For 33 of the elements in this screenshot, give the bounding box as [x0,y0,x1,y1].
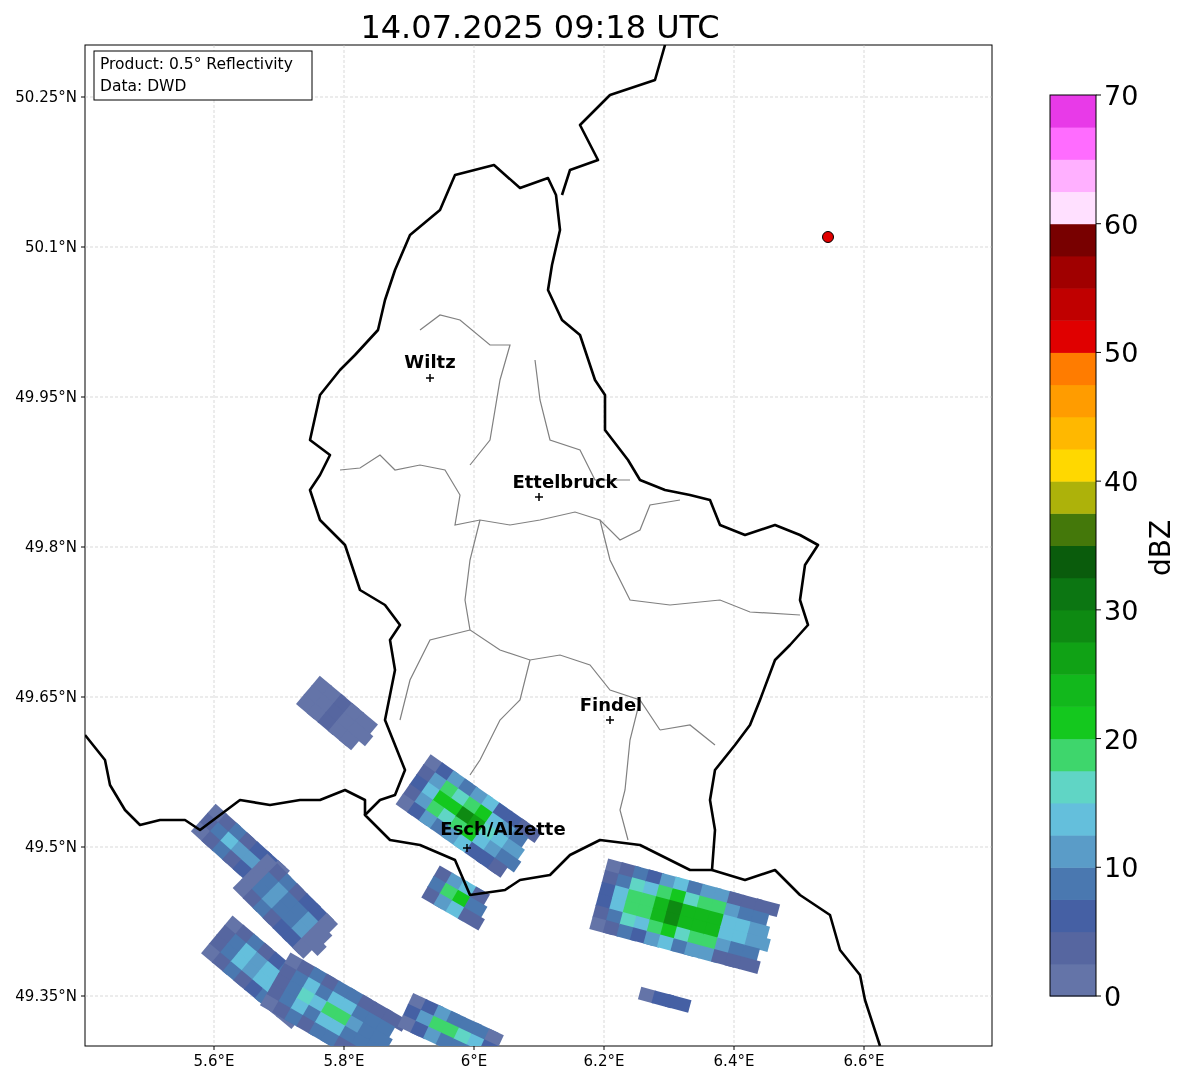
colorbar-label: dBZ [1144,519,1177,577]
city-label: Wiltz [404,351,456,372]
longitude-label: 6°E [460,1052,488,1070]
city-label: Findel [579,694,643,715]
latitude-label: 49.5°N [24,838,77,856]
city-marker-icon [534,492,544,502]
colorbar-tick-label: 20 [1104,723,1139,755]
latitude-label: 49.65°N [15,688,77,706]
colorbar-tick-label: 40 [1104,466,1139,498]
city-label: Ettelbruck [512,471,618,492]
longitude-label: 5.8°E [323,1052,365,1070]
longitude-label: 6.2°E [583,1052,625,1070]
latitude-label: 50.25°N [15,88,77,106]
longitude-label: 6.4°E [713,1052,755,1070]
longitude-label: 6.6°E [843,1052,885,1070]
colorbar-tick-label: 50 [1104,337,1139,369]
radar-echo-drawing [637,986,692,1013]
colorbar-tick-label: 70 [1104,80,1139,111]
city-marker-icon [462,843,472,853]
city-marker-icon [425,373,435,383]
colorbar-tick-label: 10 [1104,852,1139,884]
colorbar-tick-label: 0 [1104,981,1122,1012]
latitude-label: 50.1°N [24,238,77,256]
latitude-label: 49.8°N [24,538,77,556]
info-text: Data: DWD [100,77,187,95]
city-marker-icon [605,715,615,725]
chart-title: 14.07.2025 09:18 UTC [360,8,720,46]
colorbar-tick-label: 60 [1104,208,1139,240]
colorbar-tick-label: 30 [1104,594,1139,626]
latitude-label: 49.35°N [15,987,77,1005]
info-text: Product: 0.5° Reflectivity [100,55,293,73]
latitude-label: 49.95°N [15,388,77,406]
longitude-label: 5.6°E [193,1052,235,1070]
